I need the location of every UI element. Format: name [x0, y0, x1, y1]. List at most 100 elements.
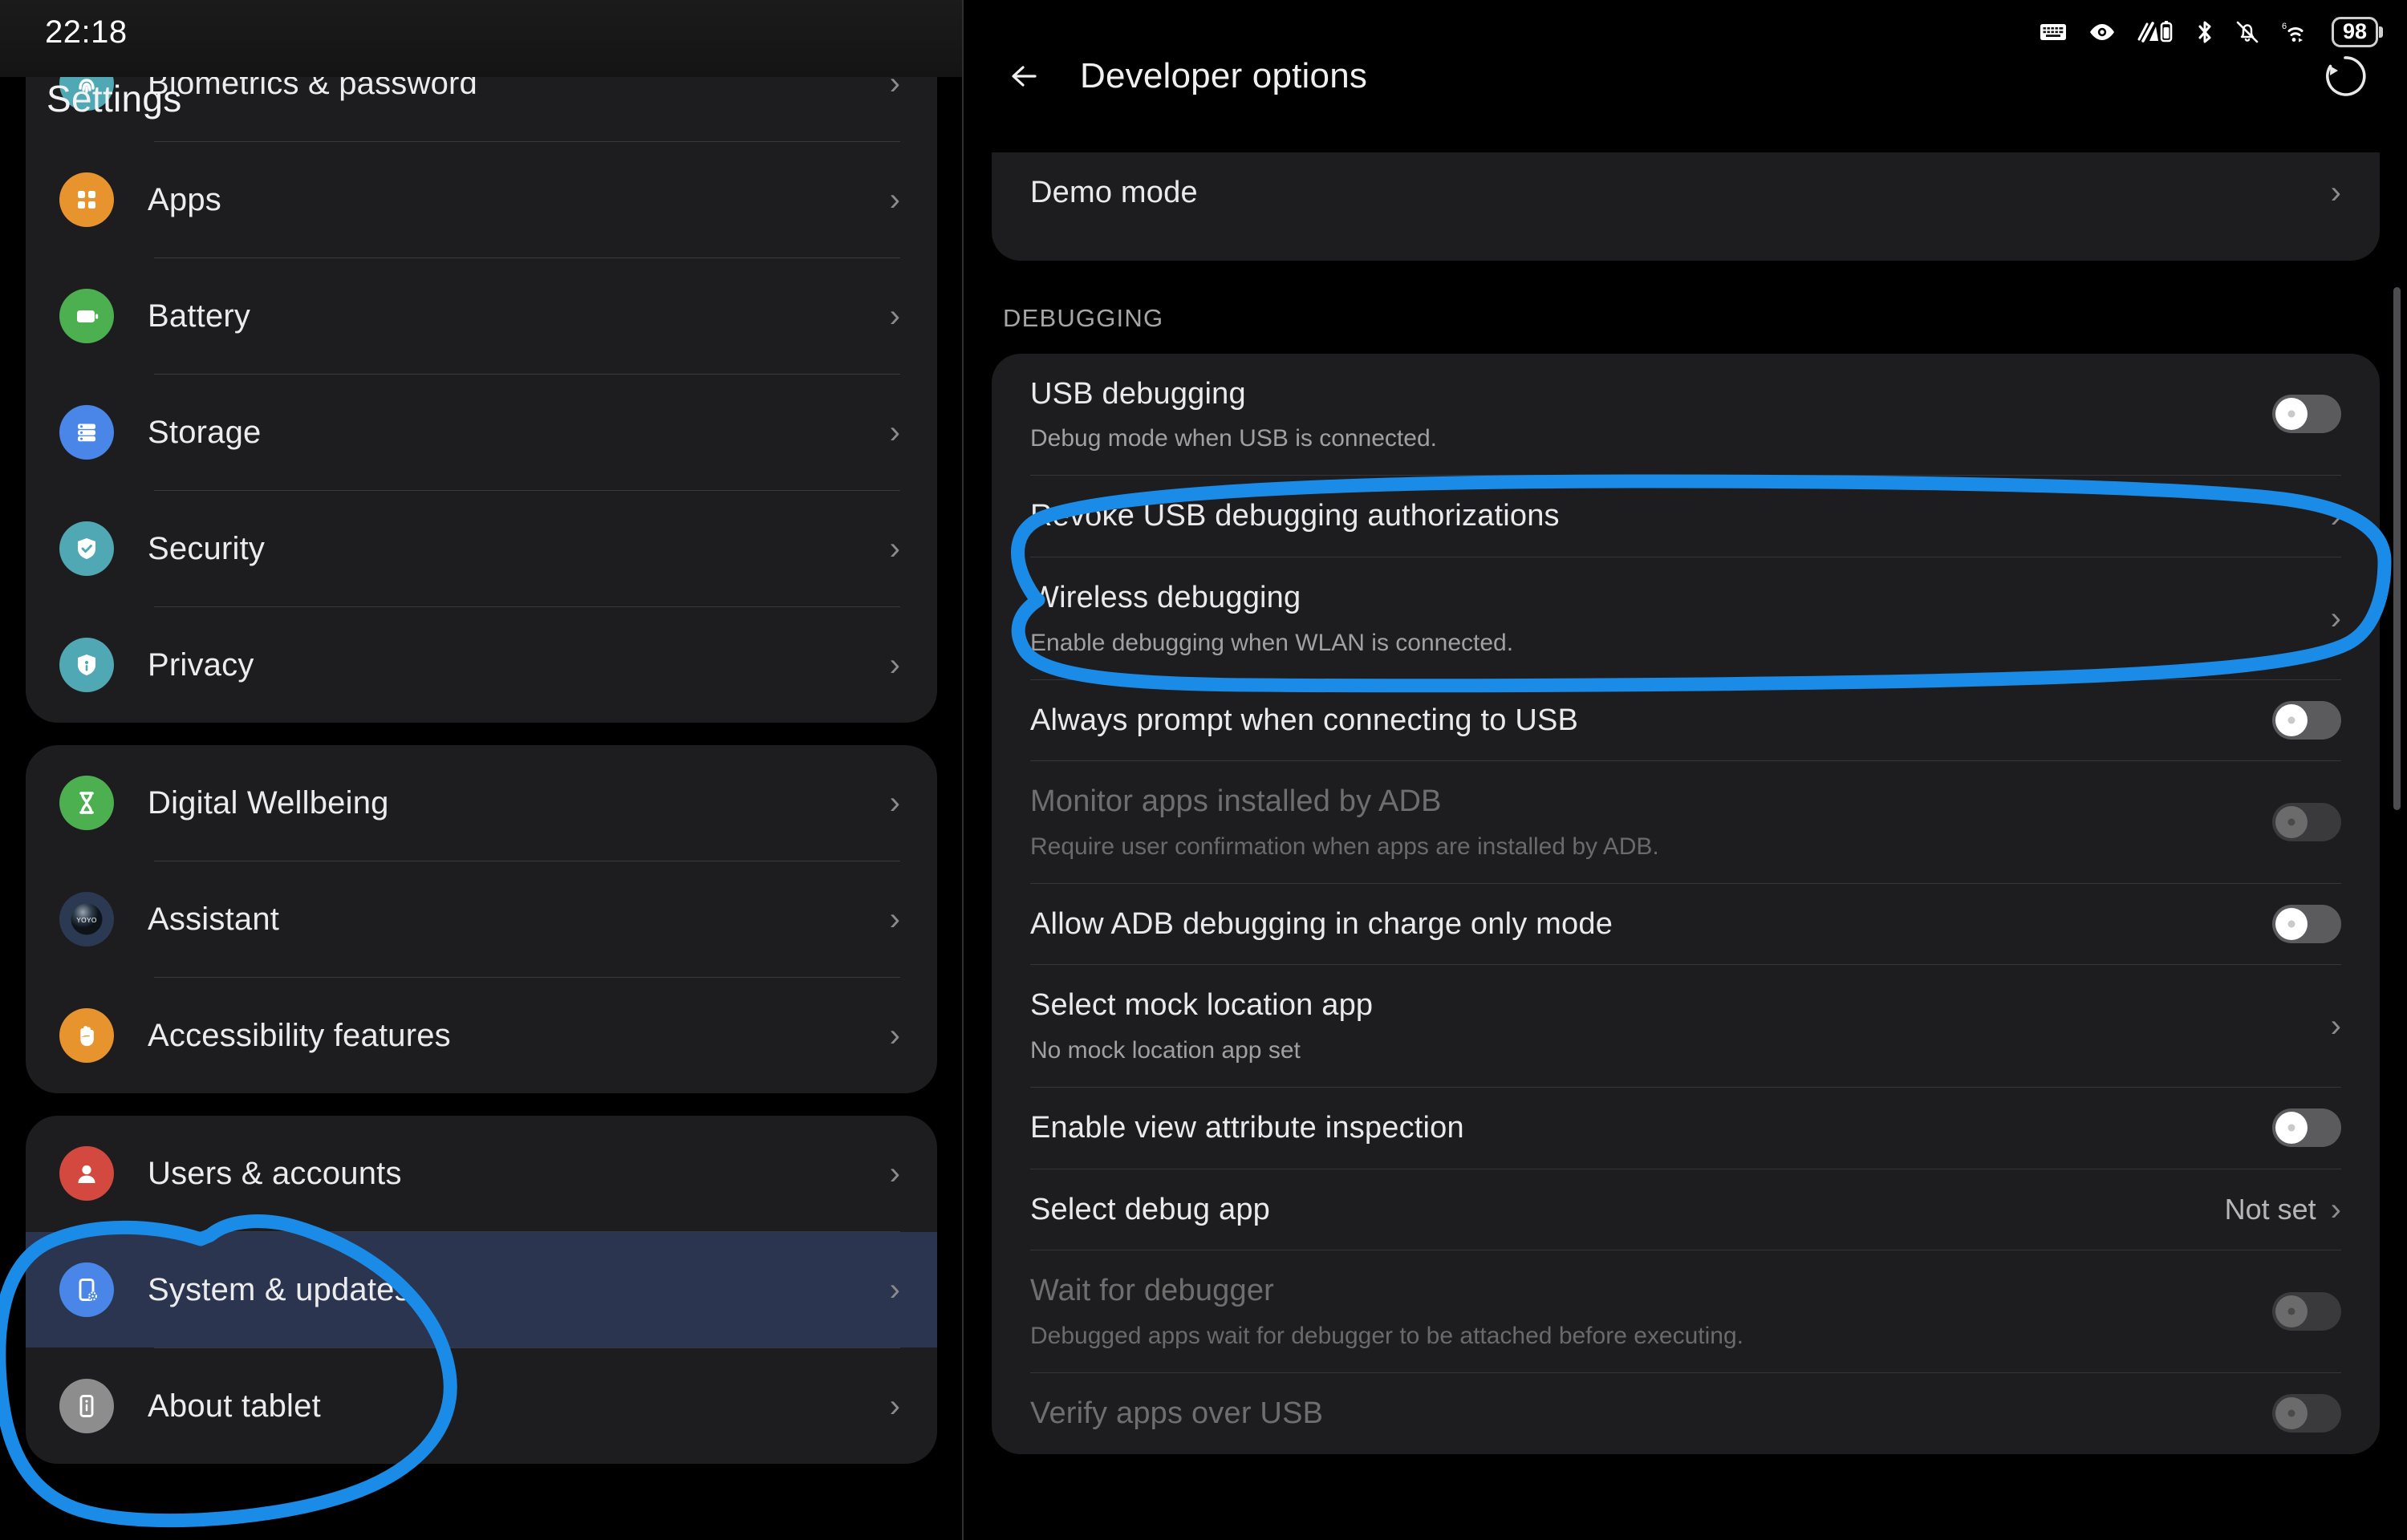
status-clock: 22:18 — [45, 14, 128, 51]
setting-row-usb-debugging[interactable]: USB debuggingDebug mode when USB is conn… — [992, 354, 2380, 476]
storage-icon — [59, 405, 114, 460]
bluetooth-icon — [2195, 20, 2214, 44]
setting-row-demo-mode[interactable]: Demo mode› — [992, 152, 2380, 233]
setting-title: Revoke USB debugging authorizations — [1030, 496, 2331, 536]
setting-title: Allow ADB debugging in charge only mode — [1030, 905, 2272, 944]
sidebar-item-storage[interactable]: Storage› — [26, 375, 937, 490]
system-update-icon — [59, 1262, 114, 1317]
section-header-debugging: DEBUGGING — [964, 261, 2407, 354]
sidebar-item-system-updates[interactable]: System & updates› — [26, 1232, 937, 1348]
chevron-right-icon: › — [2331, 500, 2341, 533]
setting-text: Select debug app — [1030, 1169, 2225, 1250]
sidebar-item-label: Digital Wellbeing — [148, 785, 890, 821]
setting-row-revoke-usb-debugging-authorizations[interactable]: Revoke USB debugging authorizations› — [992, 476, 2380, 557]
sidebar-item-label: About tablet — [148, 1388, 890, 1424]
chevron-right-icon: › — [890, 903, 900, 935]
setting-title: Monitor apps installed by ADB — [1030, 782, 2272, 821]
setting-subtitle: Debugged apps wait for debugger to be at… — [1030, 1320, 2272, 1352]
setting-title: Wireless debugging — [1030, 578, 2331, 618]
toggle-knob — [2275, 806, 2308, 838]
sidebar-item-privacy[interactable]: Privacy› — [26, 607, 937, 723]
setting-text: Monitor apps installed by ADBRequire use… — [1030, 761, 2272, 883]
chevron-right-icon: › — [890, 1390, 900, 1422]
toggle-switch[interactable] — [2272, 905, 2341, 943]
setting-title: USB debugging — [1030, 375, 2272, 414]
chevron-right-icon: › — [2331, 602, 2341, 634]
sidebar-item-assistant[interactable]: YOYOAssistant› — [26, 861, 937, 977]
chevron-right-icon: › — [890, 1274, 900, 1306]
sidebar-item-label: Biometrics & password — [148, 66, 890, 102]
chevron-right-icon: › — [890, 1019, 900, 1052]
setting-text: Always prompt when connecting to USB — [1030, 680, 2272, 761]
keyboard-icon — [2040, 22, 2067, 43]
debugging-card: USB debuggingDebug mode when USB is conn… — [992, 354, 2380, 1454]
developer-options-pane: Demo mode›DEBUGGINGUSB debuggingDebug mo… — [964, 0, 2407, 1540]
setting-text: Allow ADB debugging in charge only mode — [1030, 884, 2272, 965]
vertical-scrollbar[interactable] — [2393, 287, 2401, 810]
svg-text:6: 6 — [2282, 22, 2287, 31]
sidebar-item-label: Storage — [148, 415, 890, 451]
sidebar-item-accessibility-features[interactable]: Accessibility features› — [26, 978, 937, 1093]
setting-text: Enable view attribute inspection — [1030, 1088, 2272, 1169]
setting-text: Select mock location appNo mock location… — [1030, 965, 2331, 1087]
battery-percent-indicator: 98 — [2332, 17, 2378, 47]
sidebar-group: Users & accounts›System & updates›About … — [26, 1116, 937, 1464]
sidebar-item-security[interactable]: Security› — [26, 491, 937, 606]
sidebar-item-digital-wellbeing[interactable]: Digital Wellbeing› — [26, 745, 937, 861]
toggle-switch[interactable] — [2272, 701, 2341, 740]
toggle-switch — [2272, 1394, 2341, 1433]
sidebar-group: Biometrics & password›Apps›Battery›Stora… — [26, 26, 937, 723]
setting-title: Wait for debugger — [1030, 1271, 2272, 1311]
setting-title: Verify apps over USB — [1030, 1394, 2272, 1433]
setting-row-enable-view-attribute-inspection[interactable]: Enable view attribute inspection — [992, 1088, 2380, 1169]
setting-title: Select debug app — [1030, 1190, 2225, 1230]
chevron-right-icon: › — [890, 416, 900, 448]
sidebar-item-battery[interactable]: Battery› — [26, 258, 937, 374]
sidebar-item-label: Apps — [148, 182, 890, 218]
toggle-switch — [2272, 803, 2341, 841]
toggle-knob — [2275, 908, 2308, 940]
setting-row-monitor-apps-installed-by-adb: Monitor apps installed by ADBRequire use… — [992, 761, 2380, 883]
toggle-switch[interactable] — [2272, 395, 2341, 433]
hourglass-icon — [59, 776, 114, 830]
hand-icon — [59, 1008, 114, 1063]
setting-row-select-mock-location-app[interactable]: Select mock location appNo mock location… — [992, 965, 2380, 1087]
setting-row-verify-apps-over-usb: Verify apps over USB — [992, 1373, 2380, 1454]
sidebar-item-label: Security — [148, 531, 890, 567]
chevron-right-icon: › — [890, 533, 900, 565]
chevron-right-icon: › — [890, 184, 900, 216]
setting-text: Demo mode — [1030, 152, 2331, 233]
battery-icon — [59, 289, 114, 343]
info-tablet-icon — [59, 1379, 114, 1433]
setting-value: Not set — [2225, 1193, 2316, 1226]
setting-row-wireless-debugging[interactable]: Wireless debuggingEnable debugging when … — [992, 557, 2380, 679]
sidebar-item-apps[interactable]: Apps› — [26, 142, 937, 257]
sidebar-item-label: Battery — [148, 298, 890, 334]
sidebar-group: Digital Wellbeing›YOYOAssistant›Accessib… — [26, 745, 937, 1093]
sidebar-item-label: System & updates — [148, 1272, 890, 1308]
sidebar-item-users-accounts[interactable]: Users & accounts› — [26, 1116, 937, 1231]
toggle-knob — [2275, 704, 2308, 736]
setting-text: Revoke USB debugging authorizations — [1030, 476, 2331, 557]
setting-title: Enable view attribute inspection — [1030, 1108, 2272, 1148]
setting-row-allow-adb-debugging-in-charge-only-mode[interactable]: Allow ADB debugging in charge only mode — [992, 884, 2380, 965]
setting-row-always-prompt-when-connecting-to-usb[interactable]: Always prompt when connecting to USB — [992, 680, 2380, 761]
eye-comfort-icon — [2088, 22, 2117, 43]
toggle-knob — [2275, 1295, 2308, 1327]
wifi-6-icon: 6 — [2280, 20, 2311, 44]
sidebar-item-about-tablet[interactable]: About tablet› — [26, 1348, 937, 1464]
toggle-switch — [2272, 1292, 2341, 1331]
chevron-right-icon: › — [2331, 1194, 2341, 1226]
setting-text: Wait for debugger Debugged apps wait for … — [1030, 1250, 2272, 1372]
settings-scroll-area[interactable]: Demo mode›DEBUGGINGUSB debuggingDebug mo… — [964, 0, 2407, 1540]
setting-row-select-debug-app[interactable]: Select debug appNot set › — [992, 1169, 2380, 1250]
stylus-battery-icon — [2137, 20, 2174, 44]
setting-text: Wireless debuggingEnable debugging when … — [1030, 557, 2331, 679]
chevron-right-icon: › — [890, 67, 900, 99]
chevron-right-icon: › — [2331, 176, 2341, 209]
chevron-right-icon: › — [890, 649, 900, 681]
yoyo-assistant-icon: YOYO — [59, 892, 114, 946]
pane-divider — [962, 0, 964, 1540]
status-bar: 22:18 6 98 — [0, 0, 2407, 64]
toggle-switch[interactable] — [2272, 1108, 2341, 1147]
